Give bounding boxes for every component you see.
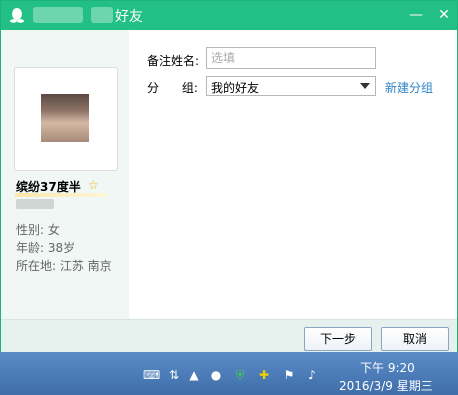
clock-date[interactable]: 2016/3/9 星期三 [339, 377, 433, 394]
nickname-highlight [15, 193, 107, 197]
add-friend-dialog: 好友 — ✕ 缤纷37度半 ☆ 性别: 女 年龄: 38岁 所在地: 江苏 南京… [0, 0, 458, 352]
age-info: 年龄: 38岁 [16, 241, 76, 255]
close-icon[interactable]: ✕ [434, 5, 454, 25]
location-info: 所在地: 江苏 南京 [16, 259, 112, 273]
gender-info: 性别: 女 [16, 223, 60, 237]
avatar-card [14, 67, 118, 171]
remark-input[interactable] [206, 47, 376, 69]
avatar [41, 94, 89, 142]
clock-time[interactable]: 下午 9:20 [360, 359, 415, 376]
group-label: 分 组: [147, 81, 198, 95]
minimize-icon[interactable]: — [406, 5, 426, 25]
action-center-icon[interactable]: ⚑ [281, 367, 297, 383]
shield-icon[interactable]: ⛨ [232, 367, 248, 383]
dropdown-arrow-icon [360, 83, 370, 89]
blurred-account [16, 199, 54, 209]
blurred-title-part [33, 7, 83, 23]
cancel-button[interactable]: 取消 [381, 327, 449, 351]
network-sync-icon[interactable]: ⇅ [166, 367, 182, 383]
blurred-title-part [91, 7, 113, 23]
next-button[interactable]: 下一步 [304, 327, 372, 351]
new-group-link[interactable]: 新建分组 [385, 79, 433, 96]
remark-label: 备注姓名: [147, 54, 200, 68]
group-select-value: 我的好友 [211, 81, 260, 95]
window-title: 好友 [115, 9, 143, 25]
volume-icon[interactable]: ♪ [304, 367, 320, 383]
qq-penguin-icon [10, 8, 24, 23]
security-plus-icon[interactable]: ✚ [256, 367, 272, 383]
title-bar[interactable]: 好友 — ✕ [1, 1, 457, 30]
qq-tray-icon[interactable]: ● [208, 367, 224, 383]
show-hidden-icons-icon[interactable]: ▲ [186, 367, 202, 383]
keyboard-icon[interactable]: ⌨ [143, 367, 160, 383]
group-select[interactable]: 我的好友 [206, 76, 376, 96]
star-icon: ☆ [88, 178, 99, 192]
